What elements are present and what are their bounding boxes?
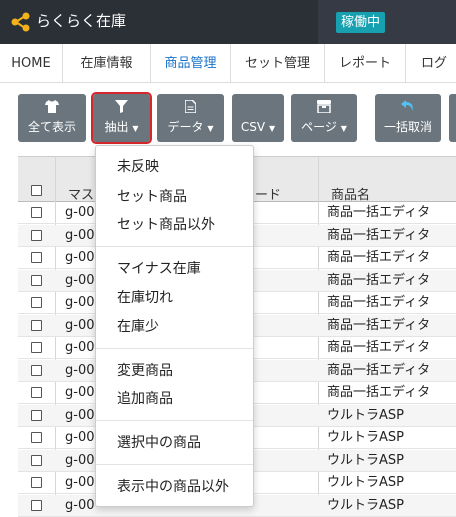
column-product-name: 商品名 — [331, 188, 371, 203]
row-product-name: ウルトラASP — [327, 498, 404, 513]
menu-divider — [96, 348, 253, 349]
page-label: ページ — [301, 120, 337, 134]
csv-label: CSV — [240, 120, 266, 134]
menu-divider — [96, 464, 253, 465]
show-all-button[interactable]: 全て表示 — [18, 94, 86, 142]
row-checkbox[interactable] — [31, 275, 42, 286]
nav-product-management[interactable]: 商品管理 — [151, 44, 231, 83]
menu-divider — [96, 420, 253, 421]
row-product-name: 商品一括エディタ — [327, 273, 431, 288]
undo-arrow-icon — [401, 100, 413, 111]
app-root: { "header": {"title": "らくらく在庫", "status"… — [0, 0, 456, 517]
document-icon — [185, 100, 196, 113]
nav-stock-info[interactable]: 在庫情報 — [63, 44, 151, 83]
row-product-name: 商品一括エディタ — [327, 228, 431, 243]
row-checkbox[interactable] — [31, 342, 42, 353]
extract-label: 抽出 — [104, 120, 129, 134]
csv-button[interactable]: CSV ▼ — [232, 94, 284, 142]
column-master: マス — [68, 188, 95, 203]
row-checkbox[interactable] — [31, 410, 42, 421]
row-sku: g-00 — [65, 453, 95, 468]
row-sku: g-00 — [65, 295, 95, 310]
row-product-name: 商品一括エディタ — [327, 363, 431, 378]
row-product-name: 商品一括エディタ — [327, 295, 431, 310]
share-logo-icon — [11, 12, 30, 32]
menu-item-set-products[interactable]: セット商品 — [117, 187, 187, 207]
undo-all-label: 一括取消 — [383, 120, 432, 134]
status-badge: 稼働中 — [336, 12, 386, 33]
undo-all-button[interactable]: 一括取消 — [375, 94, 441, 142]
row-sku: g-00 — [65, 318, 95, 333]
menu-item-selected-products[interactable]: 選択中の商品 — [117, 433, 201, 453]
menu-item-not-displayed-products[interactable]: 表示中の商品以外 — [117, 477, 229, 497]
column-code: ード — [255, 188, 282, 203]
row-sku: g-00 — [65, 408, 95, 423]
main-nav: HOME 在庫情報 商品管理 セット管理 レポート ログ — [0, 44, 456, 83]
row-sku: g-00 — [65, 273, 95, 288]
row-sku: g-00 — [65, 228, 95, 243]
app-header: らくらく在庫 稼働中 — [0, 0, 456, 44]
nav-report[interactable]: レポート — [325, 44, 406, 83]
row-checkbox[interactable] — [31, 455, 42, 466]
row-sku: g-00 — [65, 250, 95, 265]
data-button[interactable]: データ ▼ — [157, 94, 224, 142]
menu-item-negative-stock[interactable]: マイナス在庫 — [117, 259, 201, 279]
row-checkbox[interactable] — [31, 500, 42, 511]
app-title: らくらく在庫 — [36, 12, 127, 30]
extract-button[interactable]: 抽出 ▼ — [91, 92, 152, 144]
row-checkbox[interactable] — [31, 432, 42, 443]
menu-item-changed-products[interactable]: 変更商品 — [117, 361, 173, 381]
caret-down-icon: ▼ — [268, 124, 276, 133]
row-checkbox[interactable] — [31, 252, 42, 263]
row-sku: g-00 — [65, 498, 95, 513]
nav-set-management[interactable]: セット管理 — [231, 44, 325, 83]
menu-item-low-stock[interactable]: 在庫少 — [117, 317, 159, 337]
header-left: らくらく在庫 — [0, 0, 318, 44]
shirt-icon — [45, 100, 59, 113]
menu-item-unreflected[interactable]: 未反映 — [117, 157, 159, 177]
show-all-label: 全て表示 — [27, 120, 76, 134]
menu-item-non-set-products[interactable]: セット商品以外 — [117, 215, 215, 235]
row-product-name: 商品一括エディタ — [327, 340, 431, 355]
row-checkbox[interactable] — [31, 297, 42, 308]
row-sku: g-00 — [65, 385, 95, 400]
row-product-name: 商品一括エディタ — [327, 205, 431, 220]
row-sku: g-00 — [65, 363, 95, 378]
row-product-name: ウルトラASP — [327, 408, 404, 423]
row-product-name: ウルトラASP — [327, 453, 404, 468]
row-checkbox[interactable] — [31, 477, 42, 488]
caret-down-icon: ▼ — [132, 124, 139, 133]
row-product-name: 商品一括エディタ — [327, 318, 431, 333]
extract-dropdown-menu: 未反映 セット商品 セット商品以外 マイナス在庫 在庫切れ 在庫少 変更商品 追… — [95, 145, 254, 507]
nav-home[interactable]: HOME — [0, 44, 63, 83]
row-checkbox[interactable] — [31, 230, 42, 241]
menu-divider — [96, 246, 253, 247]
row-product-name: 商品一括エディタ — [327, 250, 431, 265]
row-sku: g-00 — [65, 475, 95, 490]
select-all-checkbox[interactable] — [31, 185, 42, 196]
row-checkbox[interactable] — [31, 365, 42, 376]
row-product-name: 商品一括エディタ — [327, 385, 431, 400]
row-product-name: ウルトラASP — [327, 430, 404, 445]
nav-log[interactable]: ログ — [406, 44, 456, 83]
filter-icon — [115, 100, 128, 113]
caret-down-icon: ▼ — [207, 124, 214, 133]
menu-item-added-products[interactable]: 追加商品 — [117, 389, 173, 409]
row-sku: g-00 — [65, 430, 95, 445]
more-button[interactable] — [449, 94, 456, 142]
row-checkbox[interactable] — [31, 387, 42, 398]
page-button[interactable]: ページ ▼ — [291, 94, 357, 142]
data-label: データ — [167, 120, 204, 134]
row-checkbox[interactable] — [31, 207, 42, 218]
row-checkbox[interactable] — [31, 320, 42, 331]
row-product-name: ウルトラASP — [327, 475, 404, 490]
caret-down-icon: ▼ — [340, 124, 347, 133]
window-icon — [317, 100, 331, 113]
menu-item-out-of-stock[interactable]: 在庫切れ — [117, 288, 173, 308]
row-sku: g-00 — [65, 340, 95, 355]
row-sku: g-00 — [65, 205, 95, 220]
